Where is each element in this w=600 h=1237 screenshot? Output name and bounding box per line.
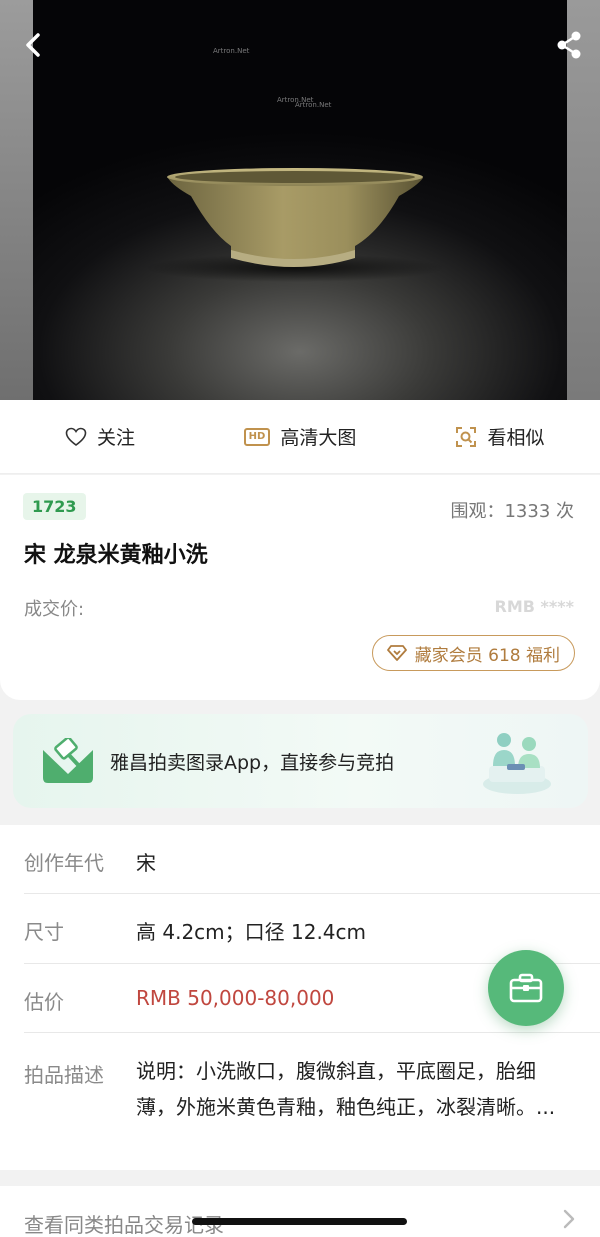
briefcase-fab-button[interactable]	[488, 950, 564, 1026]
home-indicator	[192, 1218, 407, 1225]
size-value: 高 4.2cm；口径 12.4cm	[136, 920, 367, 944]
view-count: 围观：1333 次	[450, 501, 574, 522]
hd-image-button[interactable]: HD 高清大图	[200, 423, 400, 450]
description-value: 说明：小洗敞口，腹微斜直，平底圈足，胎细薄，外施米黄色青釉，釉色纯正，冰裂清晰。…	[136, 1059, 556, 1119]
chevron-left-icon	[26, 33, 40, 57]
similar-records-link[interactable]: 查看同类拍品交易记录	[0, 1186, 600, 1237]
watermark: Artron.Net	[295, 101, 332, 109]
lot-info-card: 1723 围观：1333 次 宋 龙泉米黄釉小洗 成交价: RMB **** 藏…	[0, 475, 600, 700]
share-icon	[557, 31, 581, 59]
chevron-right-icon	[563, 1209, 575, 1229]
share-button[interactable]	[552, 28, 586, 62]
back-button[interactable]	[16, 28, 50, 62]
era-label: 创作年代	[24, 851, 104, 875]
hd-image-label: 高清大图	[280, 427, 357, 449]
scan-similar-icon	[456, 426, 477, 447]
follow-button[interactable]: 关注	[0, 423, 200, 450]
estimate-value: RMB 50,000-80,000	[136, 986, 335, 1010]
vip-benefit-button[interactable]: 藏家会员 618 福利	[371, 635, 575, 671]
lot-number-badge: 1723	[23, 493, 86, 520]
diamond-icon	[386, 645, 407, 661]
watermark: Artron.Net	[213, 47, 250, 55]
app-promo-text: 雅昌拍卖图录App，直接参与竞拍	[110, 752, 395, 774]
era-value: 宋	[136, 851, 156, 875]
bowl-photo: Artron.Net Artron.Net Artron.Net	[33, 0, 567, 400]
action-bar: 关注 HD 高清大图 看相似	[0, 400, 600, 474]
people-illustration-icon	[483, 733, 551, 794]
lot-title: 宋 龙泉米黄釉小洗	[24, 543, 208, 568]
hd-icon: HD	[243, 427, 271, 446]
heart-icon	[65, 427, 87, 446]
price-label: 成交价:	[24, 599, 85, 620]
app-promo-banner[interactable]: 雅昌拍卖图录App，直接参与竞拍	[13, 714, 588, 808]
era-row: 创作年代 宋	[0, 825, 600, 893]
similar-label: 看相似	[487, 427, 545, 449]
lot-image[interactable]: Artron.Net Artron.Net Artron.Net	[0, 0, 600, 400]
similar-button[interactable]: 看相似	[400, 423, 600, 450]
follow-label: 关注	[96, 427, 135, 449]
gavel-logo-icon	[43, 738, 93, 783]
size-label: 尺寸	[24, 920, 64, 944]
vip-benefit-label: 藏家会员 618 福利	[414, 645, 560, 666]
price-value: RMB ****	[494, 597, 574, 616]
description-label: 拍品描述	[24, 1063, 104, 1087]
briefcase-icon	[509, 973, 543, 1003]
estimate-label: 估价	[24, 990, 64, 1014]
